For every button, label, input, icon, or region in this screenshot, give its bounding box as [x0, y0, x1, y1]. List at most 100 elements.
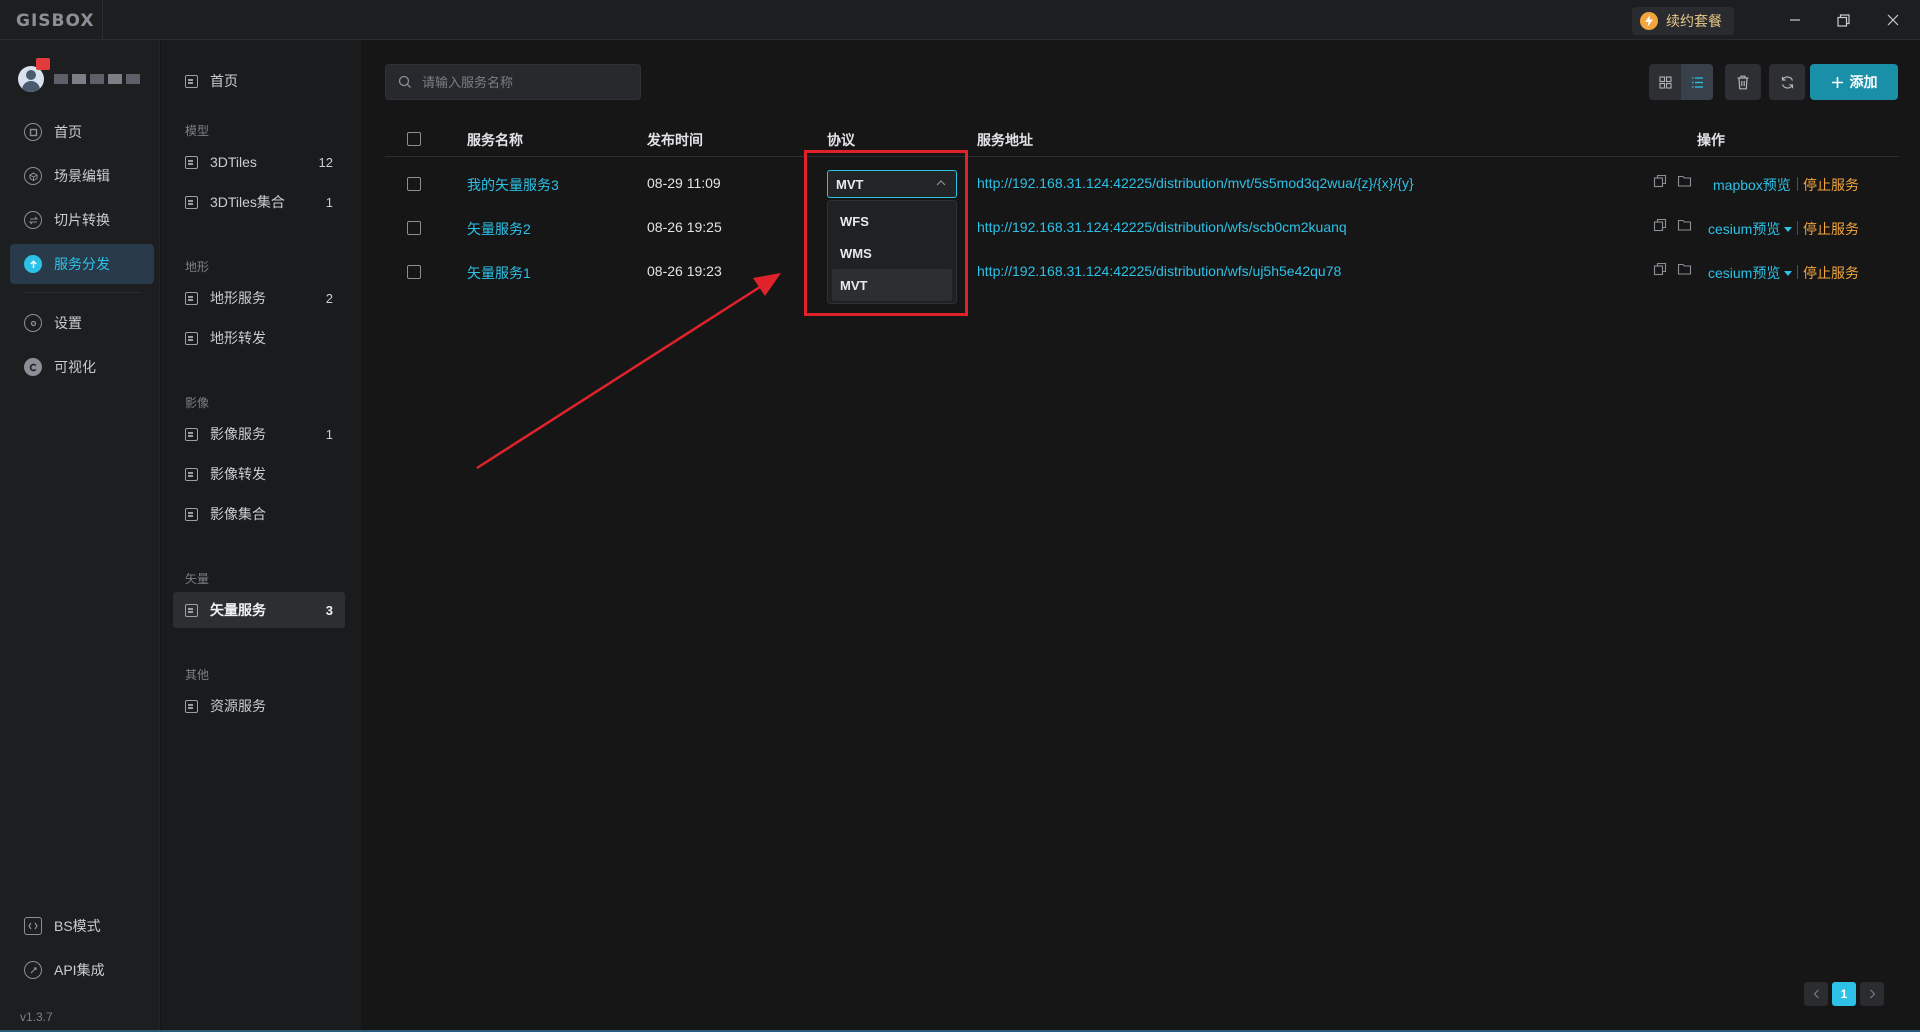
nav-item-label: 设置: [54, 315, 82, 331]
terrain-forward-icon: [185, 331, 198, 345]
preview-dropdown[interactable]: cesium预览: [1708, 263, 1793, 283]
nav-item-label: API集成: [54, 962, 105, 978]
delete-button[interactable]: [1725, 64, 1761, 100]
code-icon: [24, 917, 42, 935]
restore-button[interactable]: [1830, 8, 1856, 32]
add-button[interactable]: 添加: [1810, 64, 1898, 100]
subnav-item-vector-service[interactable]: 矢量服务 3: [173, 592, 345, 628]
subnav-item-home[interactable]: 首页: [173, 63, 345, 99]
nav-item-home[interactable]: 首页: [10, 112, 154, 152]
close-icon: [1887, 14, 1899, 26]
item-count: 1: [325, 194, 333, 210]
notification-badge: [36, 58, 50, 70]
version-label: v1.3.7: [20, 1010, 53, 1024]
search-icon: [398, 75, 411, 88]
subnav-item-resource-service[interactable]: 资源服务: [173, 688, 345, 724]
pagination: 1: [1804, 982, 1884, 1006]
preview-link[interactable]: mapbox预览: [1713, 175, 1791, 195]
nav-item-label: BS模式: [54, 918, 101, 934]
copy-icon[interactable]: [1653, 174, 1667, 188]
preview-dropdown[interactable]: cesium预览: [1708, 219, 1793, 239]
main-content: 添加 服务名称 发布时间 协议 服务地址 操作 我的矢量服务3 08-29 11…: [361, 40, 1920, 1032]
subnav-group-model: 模型: [185, 124, 210, 138]
stop-service-button[interactable]: 停止服务: [1803, 263, 1859, 283]
page-button-current[interactable]: 1: [1832, 982, 1856, 1006]
nav-divider: [24, 292, 140, 293]
subnav-item-label: 首页: [210, 73, 238, 89]
title-bar: GISBOX 续约套餐: [0, 0, 1920, 40]
visual-icon: [24, 358, 42, 376]
grid-view-button[interactable]: [1649, 64, 1681, 100]
stop-service-button[interactable]: 停止服务: [1803, 175, 1859, 195]
convert-icon: [24, 211, 42, 229]
row-checkbox[interactable]: [407, 265, 421, 279]
next-page-button[interactable]: [1860, 982, 1884, 1006]
copy-icon[interactable]: [1653, 262, 1667, 276]
cube-icon: [24, 167, 42, 185]
home-icon: [24, 123, 42, 141]
nav-item-tile-convert[interactable]: 切片转换: [10, 200, 154, 240]
list-view-button[interactable]: [1681, 64, 1713, 100]
close-button[interactable]: [1880, 8, 1906, 32]
subnav-item-label: 影像集合: [210, 506, 266, 522]
service-url-link[interactable]: http://192.168.31.124:42225/distribution…: [977, 219, 1347, 235]
item-count: 3: [325, 602, 333, 618]
gear-icon: [24, 314, 42, 332]
table-row: 我的矢量服务3 08-29 11:09 http://192.168.31.12…: [385, 162, 1899, 206]
row-checkbox[interactable]: [407, 177, 421, 191]
subnav-item-terrain-forward[interactable]: 地形转发: [173, 320, 345, 356]
service-name-link[interactable]: 我的矢量服务3: [467, 175, 559, 195]
subnav-item-label: 地形转发: [210, 330, 266, 346]
column-header-actions: 操作: [1697, 132, 1725, 148]
search-input[interactable]: [420, 73, 630, 91]
service-name-link[interactable]: 矢量服务1: [467, 263, 531, 283]
terrain-icon: [185, 291, 198, 305]
nav-item-label: 可视化: [54, 359, 96, 375]
nav-item-service-distribution[interactable]: 服务分发: [10, 244, 154, 284]
select-all-checkbox[interactable]: [407, 132, 421, 146]
folder-icon[interactable]: [1677, 218, 1692, 232]
service-name-link[interactable]: 矢量服务2: [467, 219, 531, 239]
nav-item-scene-edit[interactable]: 场景编辑: [10, 156, 154, 196]
nav-item-settings[interactable]: 设置: [10, 303, 154, 343]
restore-icon: [1836, 13, 1850, 27]
service-url-link[interactable]: http://192.168.31.124:42225/distribution…: [977, 263, 1341, 279]
view-toggle: [1649, 64, 1713, 100]
chevron-left-icon: [1813, 989, 1819, 999]
column-header-protocol: 协议: [827, 132, 855, 148]
refresh-button[interactable]: [1769, 64, 1805, 100]
nav-item-bs-mode[interactable]: BS模式: [10, 906, 154, 946]
grid-icon: [1658, 75, 1672, 89]
row-checkbox[interactable]: [407, 221, 421, 235]
publish-time: 08-26 19:23: [647, 263, 722, 279]
prev-page-button[interactable]: [1804, 982, 1828, 1006]
home-icon: [185, 74, 198, 88]
subnav-item-3dtiles-collection[interactable]: 3DTiles集合 1: [173, 184, 345, 220]
subnav-item-imagery-collection[interactable]: 影像集合: [173, 496, 345, 532]
nav-item-visualization[interactable]: 可视化: [10, 347, 154, 387]
renew-package-button[interactable]: 续约套餐: [1632, 7, 1734, 35]
logo-divider: [102, 0, 103, 40]
minimize-button[interactable]: [1782, 8, 1808, 32]
subnav-item-3dtiles[interactable]: 3DTiles 12: [173, 144, 345, 180]
stop-service-button[interactable]: 停止服务: [1803, 219, 1859, 239]
service-url-link[interactable]: http://192.168.31.124:42225/distribution…: [977, 175, 1414, 191]
nav-item-api-integration[interactable]: API集成: [10, 950, 154, 990]
folder-icon[interactable]: [1677, 262, 1692, 276]
imagery-forward-icon: [185, 467, 198, 481]
copy-icon[interactable]: [1653, 218, 1667, 232]
subnav-item-label: 资源服务: [210, 698, 266, 714]
subnav-item-imagery-forward[interactable]: 影像转发: [173, 456, 345, 492]
table-header: 服务名称 发布时间 协议 服务地址 操作: [385, 120, 1899, 157]
search-box[interactable]: [385, 64, 641, 100]
action-divider: [1797, 265, 1798, 279]
item-count: 2: [325, 290, 333, 306]
subnav-item-imagery-service[interactable]: 影像服务 1: [173, 416, 345, 452]
lightning-icon: [1640, 12, 1658, 30]
subnav-item-terrain-service[interactable]: 地形服务 2: [173, 280, 345, 316]
model-collection-icon: [185, 195, 198, 209]
folder-icon[interactable]: [1677, 174, 1692, 188]
imagery-collection-icon: [185, 507, 198, 521]
main-navigation: 首页 场景编辑 切片转换 服务分发 设置 可视化 BS模式 API集成 v1.3…: [0, 40, 160, 1032]
nav-item-label: 服务分发: [54, 256, 110, 272]
